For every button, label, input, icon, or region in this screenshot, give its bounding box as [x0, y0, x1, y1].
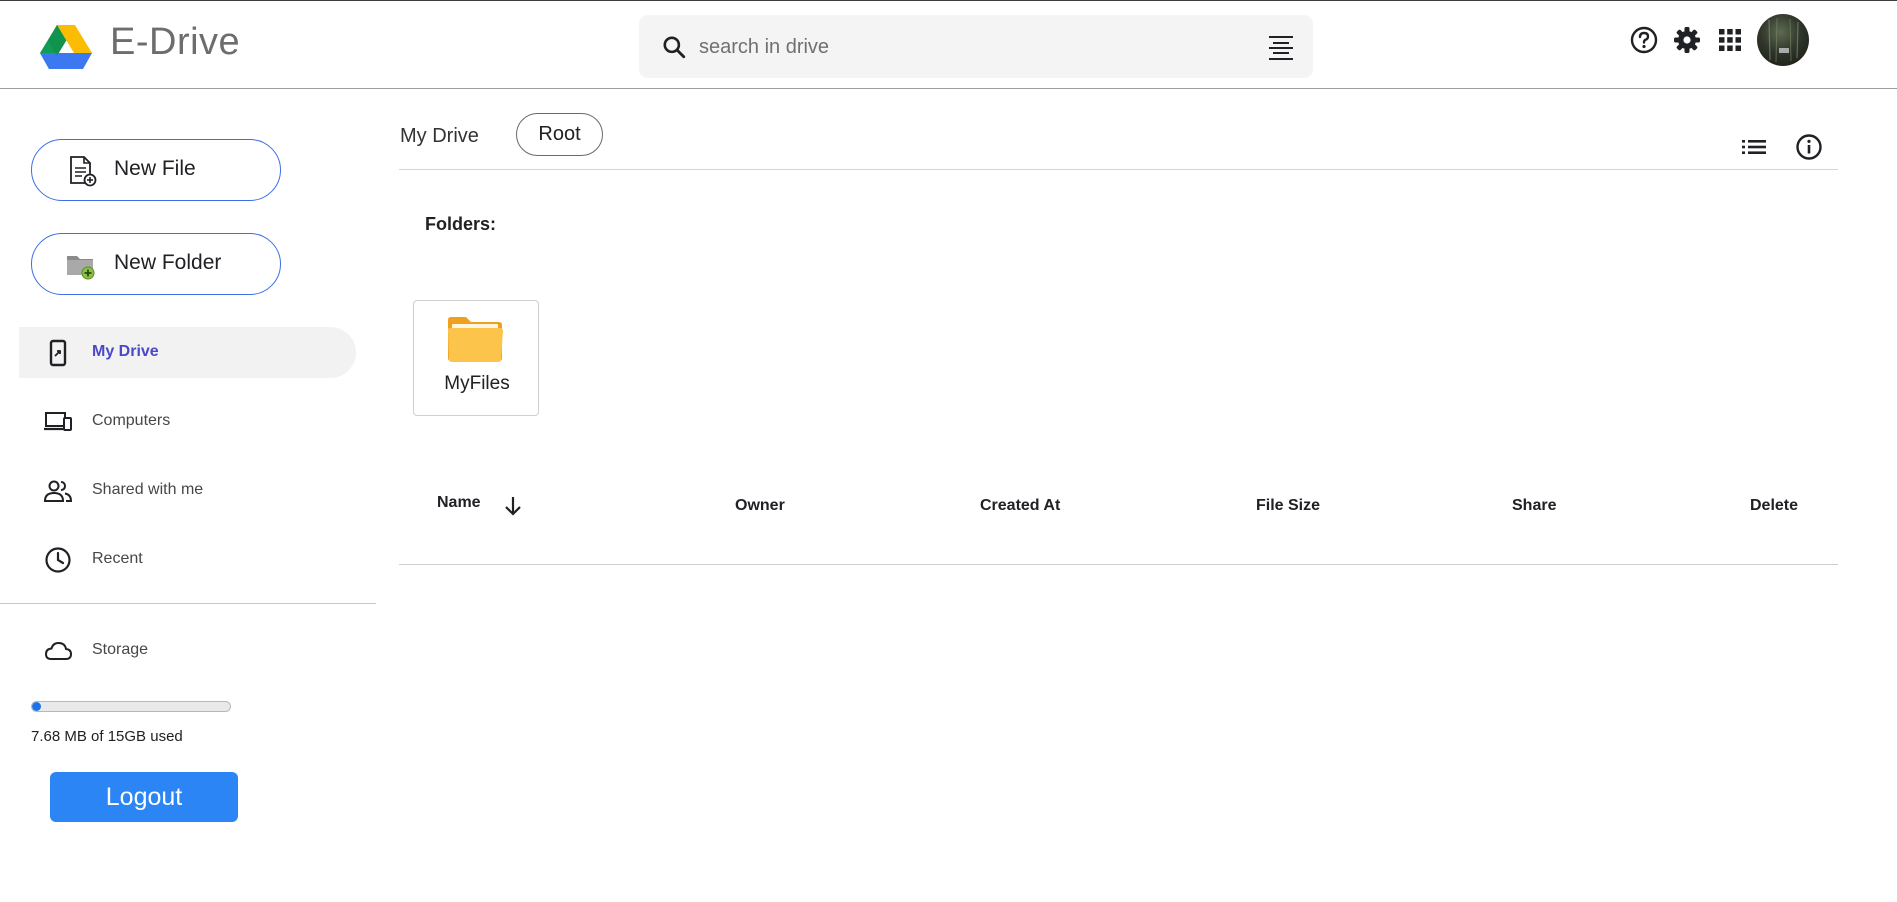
column-header-owner: Owner	[735, 497, 785, 514]
top-header: E-Drive	[0, 0, 1897, 89]
sidebar-item-label: Recent	[92, 550, 143, 567]
new-folder-icon	[67, 256, 95, 280]
folder-card-myfiles[interactable]: MyFiles	[413, 300, 539, 416]
computers-icon	[44, 412, 72, 431]
sidebar-divider	[0, 603, 376, 604]
new-folder-label: New Folder	[114, 251, 222, 274]
filter-icon[interactable]	[1267, 35, 1295, 61]
breadcrumb-divider	[399, 169, 1838, 170]
sidebar-item-my-drive[interactable]: My Drive	[19, 327, 356, 378]
search-bar[interactable]	[639, 15, 1313, 78]
info-icon[interactable]	[1794, 132, 1824, 162]
folders-heading: Folders:	[425, 214, 497, 234]
search-icon[interactable]	[661, 34, 687, 60]
arrow-down-icon[interactable]	[501, 494, 525, 518]
people-icon	[43, 480, 73, 502]
breadcrumb-root-pill[interactable]: Root	[516, 113, 603, 156]
logout-button[interactable]: Logout	[50, 772, 238, 822]
sidebar-item-label: My Drive	[92, 343, 159, 360]
storage-progress-bar	[31, 701, 231, 712]
column-header-file-size: File Size	[1256, 497, 1321, 514]
sidebar-item-computers[interactable]: Computers	[19, 396, 356, 447]
phone-drive-icon	[49, 339, 67, 367]
avatar[interactable]	[1757, 14, 1809, 66]
avatar-photo	[1768, 17, 1799, 63]
column-header-created-at: Created At	[980, 497, 1061, 514]
column-header-share: Share	[1512, 497, 1557, 514]
breadcrumb-my-drive[interactable]: My Drive	[400, 125, 479, 148]
list-view-icon[interactable]	[1739, 132, 1769, 162]
column-header-name[interactable]: Name	[437, 494, 481, 512]
cloud-icon	[44, 641, 73, 660]
new-file-button[interactable]: New File	[31, 139, 281, 201]
table-header-divider	[399, 564, 1838, 565]
help-icon[interactable]	[1629, 25, 1659, 55]
column-header-delete: Delete	[1750, 497, 1799, 514]
gear-icon[interactable]	[1672, 25, 1702, 55]
storage-label: Storage	[92, 641, 149, 658]
clock-icon	[45, 547, 71, 573]
search-input[interactable]	[699, 29, 1239, 65]
folder-icon	[448, 317, 503, 362]
storage-used-text: 7.68 MB of 15GB used	[31, 728, 183, 745]
sidebar-item-label: Shared with me	[92, 481, 204, 498]
new-file-label: New File	[114, 157, 196, 180]
folder-name: MyFiles	[444, 373, 510, 394]
new-folder-button[interactable]: New Folder	[31, 233, 281, 295]
sidebar-item-label: Computers	[92, 412, 171, 429]
app-title: E-Drive	[110, 21, 241, 63]
sidebar-item-recent[interactable]: Recent	[19, 534, 356, 585]
new-file-icon	[70, 156, 97, 187]
apps-grid-icon[interactable]	[1715, 25, 1745, 55]
storage-progress-fill	[32, 702, 41, 711]
drive-logo-icon[interactable]	[40, 23, 92, 71]
sidebar-item-shared-with-me[interactable]: Shared with me	[19, 465, 356, 516]
sidebar-item-storage[interactable]: Storage	[19, 625, 356, 676]
